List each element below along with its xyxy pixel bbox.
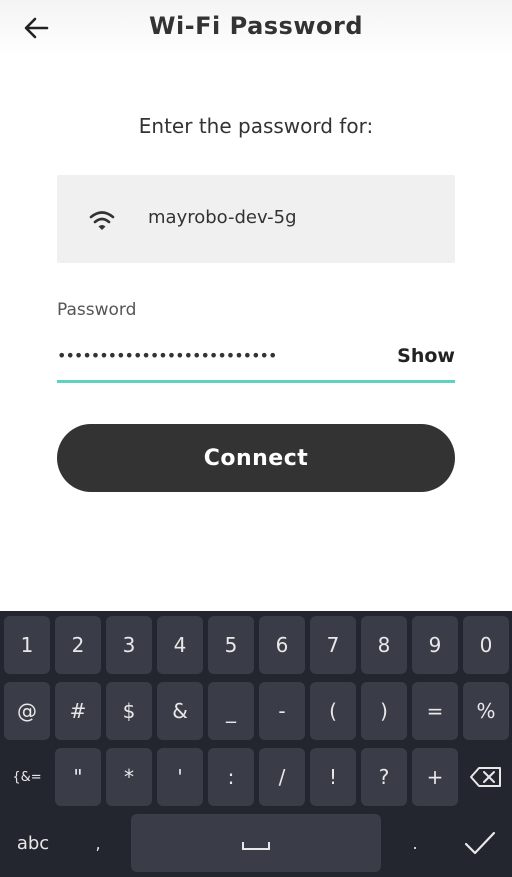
password-prompt: Enter the password for:: [138, 114, 374, 138]
key-7[interactable]: 7: [310, 616, 356, 674]
key-plus[interactable]: +: [412, 748, 458, 806]
key-hash[interactable]: #: [55, 682, 101, 740]
key-3[interactable]: 3: [106, 616, 152, 674]
password-underline: [57, 380, 455, 383]
key-equals[interactable]: =: [412, 682, 458, 740]
key-dollar[interactable]: $: [106, 682, 152, 740]
key-hyphen[interactable]: -: [259, 682, 305, 740]
key-question[interactable]: ?: [361, 748, 407, 806]
key-slash[interactable]: /: [259, 748, 305, 806]
symbols-toggle-key[interactable]: {&=: [4, 748, 50, 806]
show-password-button[interactable]: Show: [397, 345, 455, 367]
page-title: Wi-Fi Password: [148, 12, 364, 40]
key-exclamation[interactable]: !: [310, 748, 356, 806]
key-1[interactable]: 1: [4, 616, 50, 674]
key-asterisk[interactable]: *: [106, 748, 152, 806]
key-open-paren[interactable]: (: [310, 682, 356, 740]
done-key[interactable]: [455, 814, 505, 872]
key-quote[interactable]: ": [55, 748, 101, 806]
key-close-paren[interactable]: ): [361, 682, 407, 740]
key-comma[interactable]: ,: [75, 814, 121, 872]
key-percent[interactable]: %: [463, 682, 509, 740]
network-card: mayrobo-dev-5g: [57, 175, 455, 263]
password-label: Password: [57, 300, 137, 320]
space-icon: [242, 842, 270, 850]
key-6[interactable]: 6: [259, 616, 305, 674]
key-0[interactable]: 0: [463, 616, 509, 674]
key-underscore[interactable]: _: [208, 682, 254, 740]
key-4[interactable]: 4: [157, 616, 203, 674]
key-period[interactable]: .: [392, 814, 438, 872]
backspace-key[interactable]: [463, 748, 509, 806]
space-key[interactable]: [131, 814, 381, 872]
connect-button[interactable]: Connect: [57, 424, 455, 492]
key-2[interactable]: 2: [55, 616, 101, 674]
backspace-icon: [470, 767, 501, 787]
network-ssid: mayrobo-dev-5g: [148, 207, 297, 228]
key-apostrophe[interactable]: ': [157, 748, 203, 806]
key-colon[interactable]: :: [208, 748, 254, 806]
key-8[interactable]: 8: [361, 616, 407, 674]
header-bar: Wi-Fi Password: [0, 0, 512, 56]
abc-key[interactable]: abc: [4, 814, 62, 872]
key-ampersand[interactable]: &: [157, 682, 203, 740]
checkmark-icon: [464, 831, 496, 855]
key-at[interactable]: @: [4, 682, 50, 740]
onscreen-keyboard: 1 2 3 4 5 6 7 8 9 0 @ # $ & _ - ( ) = % …: [0, 611, 512, 877]
key-9[interactable]: 9: [412, 616, 458, 674]
password-input[interactable]: ••••••••••••••••••••••••••: [57, 346, 377, 365]
key-5[interactable]: 5: [208, 616, 254, 674]
wifi-icon: [89, 211, 115, 230]
